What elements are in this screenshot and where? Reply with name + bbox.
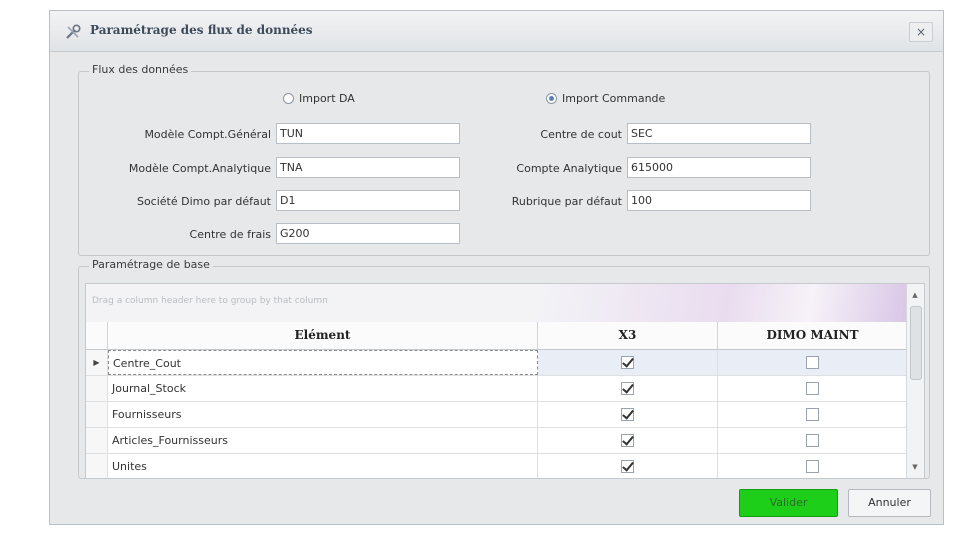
cell-dimo-maint[interactable] <box>718 376 908 401</box>
table-row[interactable]: ▶ Centre_Cout <box>86 350 908 376</box>
cell-dimo-maint[interactable] <box>718 402 908 427</box>
dimo-maint-checkbox[interactable] <box>806 433 819 447</box>
table-row[interactable]: Fournisseurs <box>86 402 908 428</box>
label-centre-de-frais: Centre de frais <box>189 228 271 241</box>
row-indicator-cell <box>86 402 108 427</box>
cell-dimo-maint[interactable] <box>718 454 908 478</box>
radio-import-commande-label: Import Commande <box>562 92 666 105</box>
field-modele-compt-general[interactable]: TUN <box>276 123 460 144</box>
label-societe-dimo: Société Dimo par défaut <box>136 195 271 208</box>
table-row[interactable]: Unites <box>86 454 908 478</box>
dialog-title: Paramétrage des flux de données <box>90 23 313 37</box>
cell-x3[interactable] <box>538 376 718 401</box>
column-header-dimo-maint[interactable]: DIMO MAINT <box>718 322 908 350</box>
validate-button[interactable]: Valider <box>739 489 838 517</box>
group-by-panel[interactable]: Drag a column header here to group by th… <box>86 284 907 323</box>
settings-tools-icon <box>66 24 81 39</box>
dimo-maint-checkbox[interactable] <box>806 381 819 395</box>
x3-checkbox[interactable] <box>621 381 634 395</box>
scroll-up-arrow-icon[interactable]: ▲ <box>907 288 923 302</box>
x3-checkbox[interactable] <box>621 407 634 421</box>
field-modele-compt-analytique[interactable]: TNA <box>276 157 460 178</box>
column-header-element[interactable]: Elément <box>108 322 538 350</box>
x3-checkbox[interactable] <box>621 433 634 447</box>
table-row[interactable]: Journal_Stock <box>86 376 908 402</box>
elements-grid: Drag a column header here to group by th… <box>85 283 925 479</box>
parametrage-dialog: Paramétrage des flux de données × Flux d… <box>49 10 944 525</box>
base-group-legend: Paramétrage de base <box>89 258 213 271</box>
flux-group: Flux des données Import DA Import Comman… <box>78 63 930 256</box>
cell-element[interactable]: Fournisseurs <box>108 402 538 427</box>
dimo-maint-checkbox[interactable] <box>806 355 819 369</box>
cell-element[interactable]: Articles_Fournisseurs <box>108 428 538 453</box>
label-modele-compt-analytique: Modèle Compt.Analytique <box>128 162 271 175</box>
cell-element[interactable]: Journal_Stock <box>108 376 538 401</box>
radio-import-commande-dot[interactable] <box>546 93 557 104</box>
radio-import-commande[interactable]: Import Commande <box>546 92 665 105</box>
cell-element[interactable]: Centre_Cout <box>108 350 538 375</box>
flux-group-legend: Flux des données <box>89 63 192 76</box>
field-rubrique-par-defaut[interactable]: 100 <box>627 190 811 211</box>
cell-x3[interactable] <box>538 454 718 478</box>
group-by-hint: Drag a column header here to group by th… <box>92 296 328 306</box>
cancel-button[interactable]: Annuler <box>848 489 931 517</box>
radio-import-da[interactable]: Import DA <box>283 92 355 105</box>
label-rubrique-par-defaut: Rubrique par défaut <box>511 195 622 208</box>
cell-element[interactable]: Unites <box>108 454 538 478</box>
field-societe-dimo[interactable]: D1 <box>276 190 460 211</box>
row-indicator-cell <box>86 428 108 453</box>
cell-x3[interactable] <box>538 402 718 427</box>
radio-import-da-dot[interactable] <box>283 93 294 104</box>
table-row[interactable]: Articles_Fournisseurs <box>86 428 908 454</box>
cell-dimo-maint[interactable] <box>718 428 908 453</box>
radio-import-da-label: Import DA <box>299 92 355 105</box>
scroll-down-arrow-icon[interactable]: ▼ <box>907 460 923 474</box>
grid-vertical-scrollbar[interactable]: ▲ ▼ <box>906 284 924 478</box>
label-modele-compt-general: Modèle Compt.Général <box>144 128 271 141</box>
field-centre-de-cout[interactable]: SEC <box>627 123 811 144</box>
cell-x3[interactable] <box>538 428 718 453</box>
field-compte-analytique[interactable]: 615000 <box>627 157 811 178</box>
label-compte-analytique: Compte Analytique <box>516 162 622 175</box>
x3-checkbox[interactable] <box>621 459 634 473</box>
row-indicator-cell <box>86 454 108 478</box>
field-centre-de-frais[interactable]: G200 <box>276 223 460 244</box>
cell-dimo-maint[interactable] <box>718 350 908 375</box>
dimo-maint-checkbox[interactable] <box>806 459 819 473</box>
column-header-x3[interactable]: X3 <box>538 322 718 350</box>
label-centre-de-cout: Centre de cout <box>540 128 622 141</box>
dimo-maint-checkbox[interactable] <box>806 407 819 421</box>
dialog-titlebar: Paramétrage des flux de données × <box>50 11 943 52</box>
scrollbar-thumb[interactable] <box>910 306 922 380</box>
row-indicator-icon: ▶ <box>86 350 108 375</box>
close-button[interactable]: × <box>909 22 933 42</box>
cell-x3[interactable] <box>538 350 718 375</box>
row-indicator-cell <box>86 376 108 401</box>
column-header-indicator <box>86 322 108 350</box>
x3-checkbox[interactable] <box>621 355 634 369</box>
